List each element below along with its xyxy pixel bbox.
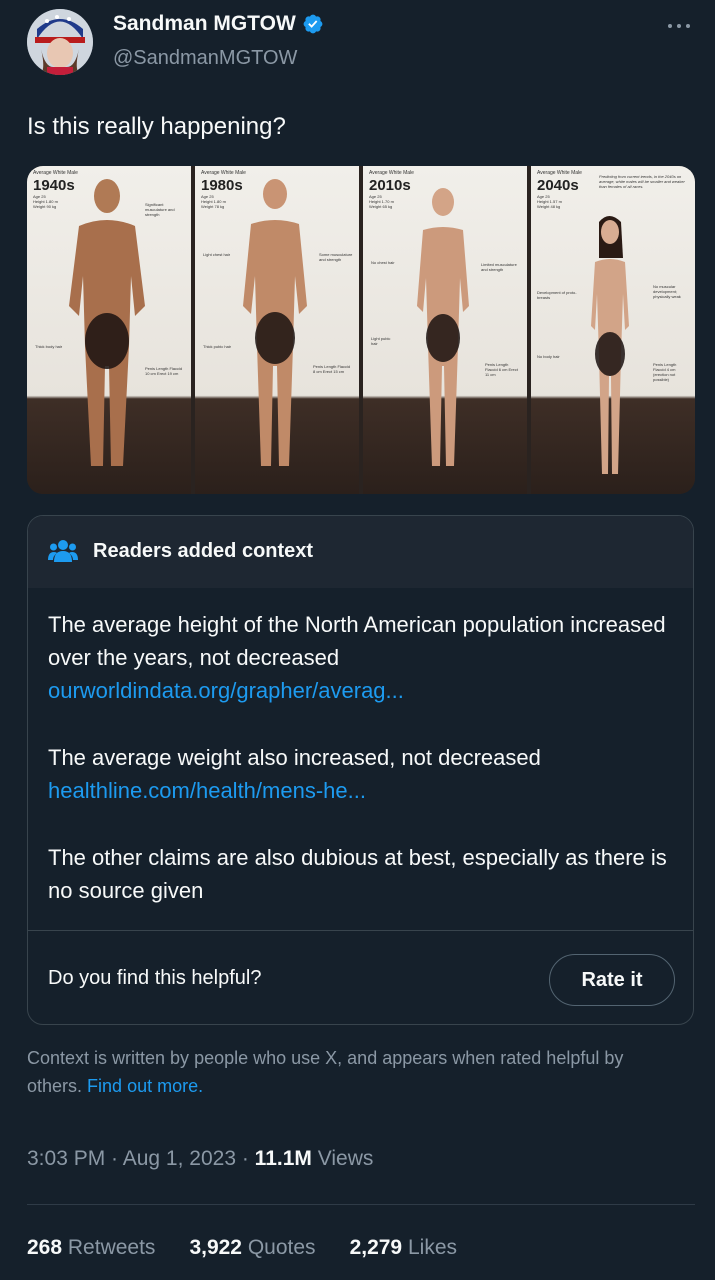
author-handle[interactable]: @SandmanMGTOW (113, 47, 297, 70)
views-label: Views (317, 1147, 374, 1170)
author-name[interactable]: Sandman MGTOW (113, 12, 296, 36)
likes-count: 2,279 (349, 1236, 403, 1259)
media-panel-2010s: Average White Male 2010s Age 25 Height 1… (363, 166, 527, 494)
community-note-body: The average height of the North American… (48, 608, 678, 941)
people-group-icon (48, 540, 78, 562)
rate-it-button[interactable]: Rate it (549, 954, 675, 1006)
note-paragraph: The average height of the North American… (48, 612, 666, 670)
avatar-image (27, 9, 93, 75)
views-count: 11.1M (254, 1147, 312, 1170)
verified-badge-icon (303, 14, 323, 34)
quotes-stat[interactable]: 3,922 Quotes (189, 1236, 315, 1260)
community-note-title: Readers added context (93, 540, 314, 562)
note-paragraph: The other claims are also dubious at bes… (48, 845, 667, 903)
figure-1980s (243, 179, 307, 466)
tweet-time[interactable]: 3:03 PM (27, 1147, 105, 1170)
find-out-more-link[interactable]: Find out more. (87, 1076, 203, 1096)
tweet-media-image[interactable]: Average White Male 1940s Age 25 Height 1… (27, 166, 695, 494)
likes-label: Likes (407, 1236, 457, 1259)
community-note-header: Readers added context (28, 516, 693, 588)
note-source-link[interactable]: healthline.com/health/mens-he... (48, 778, 366, 803)
tweet-timestamp-row: 3:03 PM · Aug 1, 2023 · 11.1M Views (27, 1147, 374, 1170)
retweets-stat[interactable]: 268 Retweets (27, 1236, 155, 1260)
engagement-stats: 268 Retweets 3,922 Quotes 2,279 Likes (27, 1236, 457, 1260)
quotes-count: 3,922 (189, 1236, 242, 1259)
avatar[interactable] (27, 9, 93, 75)
tweet-date[interactable]: Aug 1, 2023 (123, 1147, 236, 1170)
media-panel-2040s: Average White Male 2040s Age 25 Height 1… (531, 166, 695, 494)
figure-1940s (69, 179, 145, 466)
figure-2010s (417, 188, 469, 466)
tweet-text: Is this really happening? (27, 113, 286, 140)
retweets-label: Retweets (67, 1236, 156, 1259)
divider (28, 930, 693, 931)
more-options-icon[interactable] (666, 16, 692, 36)
media-panel-1940s: Average White Male 1940s Age 25 Height 1… (27, 166, 191, 494)
quotes-label: Quotes (247, 1236, 316, 1259)
media-panel-1980s: Average White Male 1980s Age 25 Height 1… (195, 166, 359, 494)
context-disclaimer: Context is written by people who use X, … (27, 1044, 677, 1100)
likes-stat[interactable]: 2,279 Likes (350, 1236, 457, 1260)
note-source-link[interactable]: ourworldindata.org/grapher/averag... (48, 678, 404, 703)
divider (27, 1204, 695, 1205)
note-paragraph: The average weight also increased, not d… (48, 745, 541, 770)
helpful-question: Do you find this helpful? (48, 967, 262, 989)
figure-2040s (591, 216, 629, 474)
retweets-count: 268 (27, 1236, 63, 1259)
community-note-card: Readers added context The average height… (27, 515, 694, 1025)
author-name-row[interactable]: Sandman MGTOW (113, 12, 324, 36)
